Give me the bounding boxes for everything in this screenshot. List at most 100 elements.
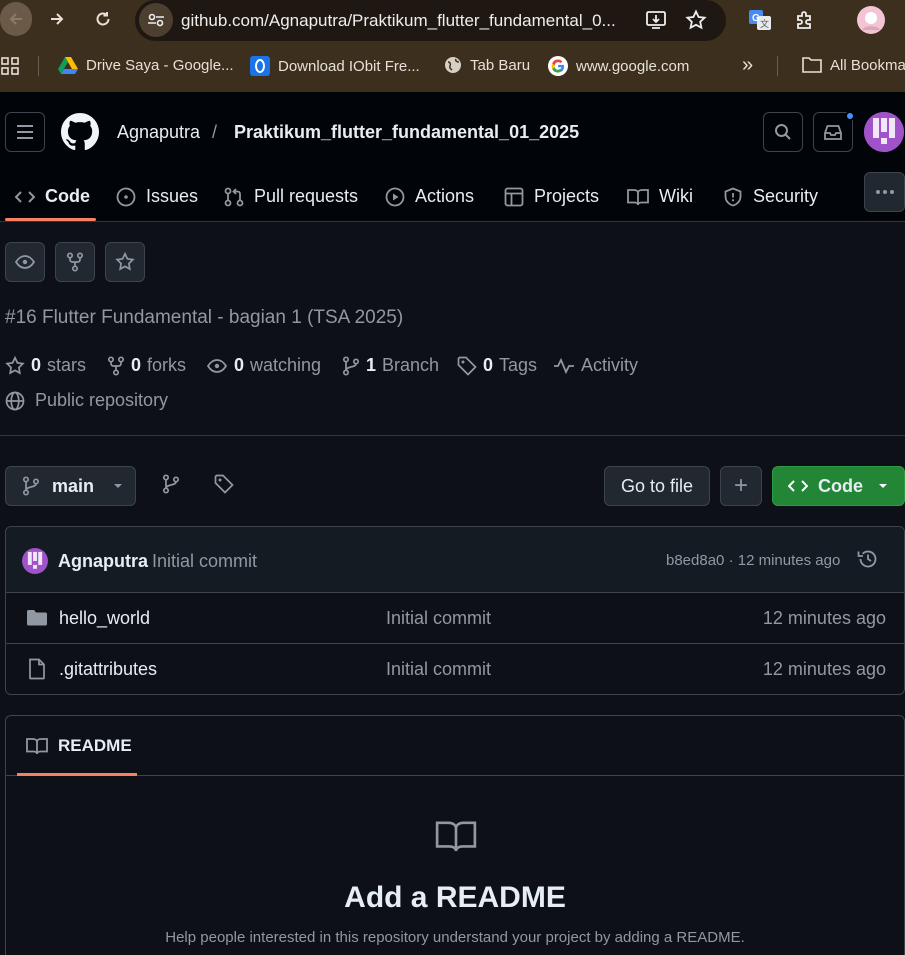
table-icon (504, 187, 524, 206)
search-icon (775, 124, 791, 140)
readme-panel: README Add a README Help people interest… (5, 715, 905, 955)
google-icon (548, 56, 568, 76)
bookmark-iobit[interactable]: Download IObit Fre... (250, 56, 420, 76)
install-app-icon[interactable] (645, 9, 667, 31)
file-commit-message[interactable]: Initial commit (386, 608, 491, 629)
activity-link[interactable]: Activity (553, 355, 638, 376)
add-readme-subtitle: Help people interested in this repositor… (165, 929, 745, 946)
bookmark-drive[interactable]: Drive Saya - Google... (58, 56, 234, 74)
repo-owner-link[interactable]: Agnaputra (117, 122, 200, 143)
arrow-left-icon (9, 13, 22, 25)
google-translate-icon[interactable]: G文 (746, 6, 774, 34)
github-header: Agnaputra / Praktikum_flutter_fundamenta… (0, 92, 905, 222)
iobit-icon (250, 56, 270, 76)
inbox-icon (824, 125, 842, 140)
go-to-file-button[interactable]: Go to file (604, 466, 710, 506)
bookmark-google[interactable]: www.google.com (548, 56, 689, 76)
file-browser: Agnaputra Initial commit b8ed8a0 · 12 mi… (5, 526, 905, 695)
forward-button[interactable] (42, 4, 72, 34)
fork-button[interactable] (55, 242, 95, 282)
tab-actions[interactable]: Actions (385, 172, 474, 221)
arrow-right-icon (51, 13, 64, 25)
watching-link[interactable]: 0 watching (206, 355, 321, 376)
branches-button[interactable] (162, 474, 180, 494)
apps-grid-icon[interactable] (1, 57, 19, 75)
tag-icon (457, 356, 477, 376)
visibility-label: Public repository (5, 390, 168, 411)
file-commit-time: 12 minutes ago (762, 659, 886, 679)
reload-icon (96, 12, 110, 26)
globe-icon (445, 57, 461, 73)
eye-icon (15, 255, 35, 269)
bookmarks-separator-2 (777, 56, 778, 76)
add-readme-title: Add a README (344, 881, 566, 914)
file-name[interactable]: hello_world (59, 608, 150, 629)
globe-icon (5, 391, 25, 410)
back-button[interactable] (0, 2, 32, 36)
add-file-button[interactable]: + (720, 466, 762, 506)
shield-icon (724, 187, 742, 206)
commit-sha-time[interactable]: b8ed8a0 · 12 minutes ago (666, 552, 840, 569)
branch-icon (162, 474, 180, 494)
bookmark-tab-baru[interactable]: Tab Baru (444, 56, 530, 74)
tags-link[interactable]: 0 Tags (457, 355, 537, 376)
book-icon (26, 738, 48, 755)
tab-issues[interactable]: Issues (116, 172, 198, 221)
tab-wiki[interactable]: Wiki (627, 172, 693, 221)
tab-projects[interactable]: Projects (504, 172, 599, 221)
commit-message[interactable]: Initial commit (152, 551, 257, 572)
branch-icon (22, 476, 40, 496)
more-bookmarks-chevron-icon[interactable]: » (742, 54, 753, 77)
book-icon (627, 188, 649, 205)
menu-icon (17, 125, 33, 139)
address-bar[interactable]: github.com/Agnaputra/Praktikum_flutter_f… (135, 0, 726, 41)
section-divider (0, 435, 905, 436)
profile-avatar-icon[interactable] (857, 6, 885, 34)
forks-link[interactable]: 0 forks (107, 355, 186, 376)
search-button[interactable] (763, 112, 803, 152)
file-row[interactable]: .gitattributes Initial commit 12 minutes… (6, 644, 904, 694)
extensions-icon[interactable] (791, 6, 819, 34)
file-row[interactable]: hello_world Initial commit 12 minutes ag… (6, 593, 904, 644)
user-avatar[interactable] (864, 112, 904, 152)
reload-button[interactable] (88, 4, 118, 34)
star-icon (115, 252, 135, 271)
file-name[interactable]: .gitattributes (59, 659, 157, 680)
repo-name-link[interactable]: Praktikum_flutter_fundamental_01_2025 (234, 122, 579, 143)
tags-button[interactable] (214, 474, 234, 494)
browser-chrome: github.com/Agnaputra/Praktikum_flutter_f… (0, 0, 905, 92)
stars-link[interactable]: 0 stars (5, 355, 86, 376)
star-icon (5, 355, 25, 375)
watch-button[interactable] (5, 242, 45, 282)
code-icon (15, 190, 35, 203)
commit-author-avatar[interactable] (22, 548, 48, 574)
tag-icon (214, 474, 234, 494)
tab-pull-requests[interactable]: Pull requests (224, 172, 358, 221)
readme-tab[interactable]: README (26, 736, 132, 756)
more-tabs-button[interactable] (864, 172, 905, 212)
play-icon (385, 187, 405, 206)
all-bookmarks[interactable]: All Bookmarks (802, 56, 905, 74)
site-info-icon[interactable] (139, 3, 173, 37)
code-dropdown-button[interactable]: Code (772, 466, 905, 506)
file-commit-message[interactable]: Initial commit (386, 659, 491, 680)
tab-code[interactable]: Code (15, 172, 90, 221)
history-icon[interactable] (857, 548, 879, 570)
github-logo-icon[interactable] (61, 113, 99, 151)
branch-icon (342, 355, 360, 376)
star-button[interactable] (105, 242, 145, 282)
pull-request-icon (224, 187, 244, 206)
commit-author[interactable]: Agnaputra (58, 551, 148, 572)
bookmarks-separator (38, 56, 39, 76)
hamburger-menu-button[interactable] (5, 112, 45, 152)
plus-icon: + (733, 472, 748, 499)
repo-nav-tabs: Code Issues Pull requests Actions Projec… (0, 172, 905, 222)
pulse-icon (554, 357, 574, 374)
url-text: github.com/Agnaputra/Praktikum_flutter_f… (181, 11, 616, 30)
google-drive-icon (58, 57, 78, 74)
tab-security[interactable]: Security (723, 172, 818, 221)
branch-selector[interactable]: main (5, 466, 136, 506)
branches-link[interactable]: 1 Branch (342, 355, 439, 376)
bookmark-star-icon[interactable] (685, 9, 707, 31)
latest-commit-row: Agnaputra Initial commit b8ed8a0 · 12 mi… (6, 527, 904, 593)
